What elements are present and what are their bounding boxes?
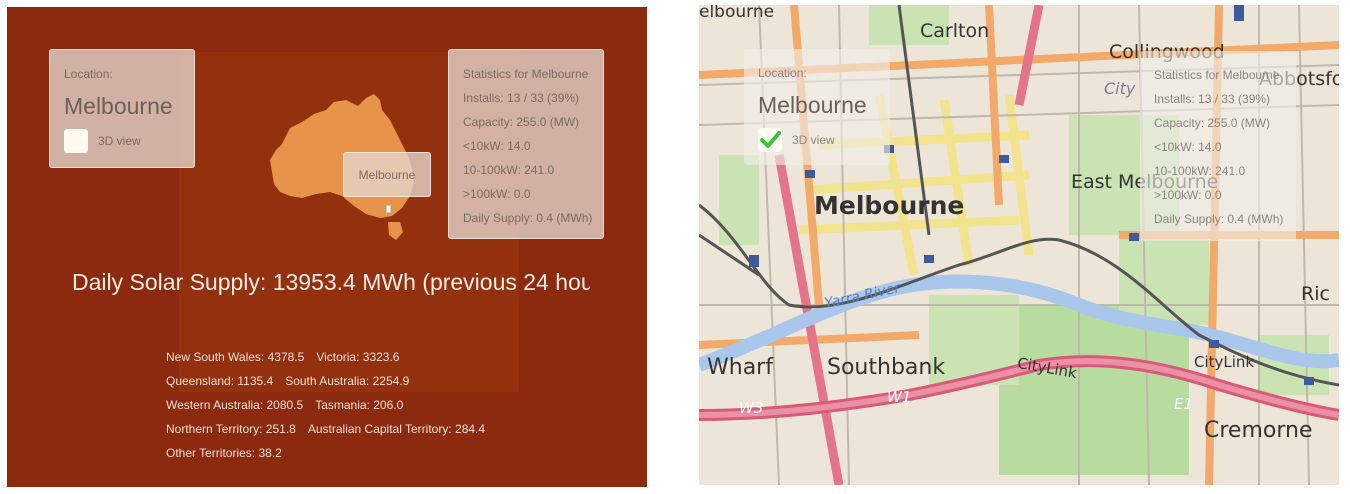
total-other: Other Territories: 38.2	[166, 446, 282, 460]
3d-view-checkbox[interactable]	[758, 128, 782, 152]
stats-daily-supply: Daily Supply: 0.4 (MWh)	[1154, 212, 1284, 226]
total-nsw: New South Wales: 4378.5	[166, 350, 305, 364]
map-label-citylink-east: CityLink	[1194, 353, 1255, 371]
total-wa: Western Australia: 2080.5	[166, 398, 304, 412]
checkmark-icon	[760, 131, 781, 148]
total-tas: Tasmania: 206.0	[315, 398, 404, 412]
stats-gt100: >100kW: 0.0	[463, 187, 531, 201]
stats-10-100: 10-100kW: 241.0	[463, 163, 555, 177]
state-totals-row: New South Wales: 4378.5 Victoria: 3323.6	[166, 350, 411, 364]
map-label-carlton: Carlton	[920, 20, 990, 42]
statistics-panel: Statistics for Melbourne Installs: 13 / …	[1140, 51, 1296, 241]
stats-capacity: Capacity: 255.0 (MW)	[1154, 116, 1271, 130]
stats-lt10: <10kW: 14.0	[463, 139, 531, 153]
location-city: Melbourne	[758, 92, 867, 118]
stats-daily-supply: Daily Supply: 0.4 (MWh)	[463, 211, 593, 225]
melbourne-marker[interactable]	[386, 205, 391, 213]
location-tooltip: Melbourne	[343, 152, 431, 197]
state-totals-row: Northern Territory: 251.8 Australian Capi…	[166, 422, 497, 436]
stats-title: Statistics for Melbourne	[463, 67, 589, 81]
3d-view-label[interactable]: 3D view	[792, 133, 835, 147]
total-nt: Northern Territory: 251.8	[166, 422, 296, 436]
location-panel: Location: Melbourne 3D view	[49, 49, 195, 168]
location-panel: Location: Melbourne 3D view	[744, 49, 890, 165]
state-totals-row: Western Australia: 2080.5 Tasmania: 206.0	[166, 398, 415, 412]
location-city: Melbourne	[64, 93, 173, 119]
state-totals-row: Other Territories: 38.2	[166, 446, 294, 460]
map-label-melbourne: Melbourne	[814, 191, 965, 220]
total-qld: Queensland: 1135.4	[166, 374, 274, 388]
3d-view-checkbox[interactable]	[64, 129, 88, 153]
stats-gt100: >100kW: 0.0	[1154, 188, 1222, 202]
statistics-panel: Statistics for Melbourne Installs: 13 / …	[448, 49, 604, 239]
total-sa: South Australia: 2254.9	[285, 374, 410, 388]
stats-lt10: <10kW: 14.0	[1154, 140, 1222, 154]
location-label: Location:	[758, 66, 807, 80]
stats-capacity: Capacity: 255.0 (MW)	[463, 115, 580, 129]
map-label-e1: E1	[1174, 395, 1194, 413]
stats-title: Statistics for Melbourne	[1154, 68, 1280, 82]
total-vic: Victoria: 3323.6	[316, 350, 400, 364]
location-label: Location:	[64, 67, 113, 81]
map-label-wharf: Wharf	[707, 355, 773, 380]
stats-installs: Installs: 13 / 33 (39%)	[463, 91, 580, 105]
map-label-melbourne-north: elbourne	[699, 5, 775, 22]
street-map-view[interactable]: elbourne Carlton Collingwood Abbotsfo Ci…	[699, 5, 1339, 485]
map-label-southbank: Southbank	[827, 355, 946, 380]
state-totals-row: Queensland: 1135.4 South Australia: 2254.…	[166, 374, 421, 388]
stats-10-100: 10-100kW: 241.0	[1154, 164, 1246, 178]
total-act: Australian Capital Territory: 284.4	[307, 422, 486, 436]
tasmania	[388, 222, 403, 240]
map-label-w3: W3	[739, 399, 764, 417]
map-label-city: City	[1104, 79, 1136, 98]
stats-installs: Installs: 13 / 33 (39%)	[1154, 92, 1271, 106]
map-label-richmond: Ric	[1301, 283, 1330, 305]
3d-view-label[interactable]: 3D view	[98, 134, 141, 148]
map-label-cremorne: Cremorne	[1204, 418, 1313, 443]
daily-supply-headline: Daily Solar Supply: 13953.4 MWh (previou…	[72, 269, 590, 295]
map-label-w1: W1	[887, 388, 912, 406]
solar-map-view[interactable]: Melbourne Location: Melbourne 3D view St…	[7, 7, 647, 487]
